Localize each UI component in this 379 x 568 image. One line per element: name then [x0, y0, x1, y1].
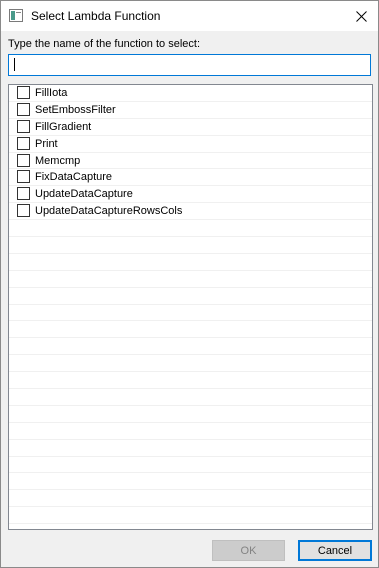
- item-checkbox[interactable]: [17, 86, 30, 99]
- list-item[interactable]: FillIota: [9, 85, 372, 102]
- close-button[interactable]: [344, 1, 378, 31]
- list-item[interactable]: Print: [9, 136, 372, 153]
- list-item[interactable]: Memcmp: [9, 153, 372, 170]
- item-checkbox[interactable]: [17, 204, 30, 218]
- empty-list-row: [9, 271, 372, 288]
- item-checkbox[interactable]: [17, 153, 30, 167]
- empty-list-row: [9, 406, 372, 423]
- list-item[interactable]: FixDataCapture: [9, 169, 372, 187]
- item-label: SetEmbossFilter: [35, 103, 116, 116]
- function-list[interactable]: FillIota SetEmbossFilter FillGradient Print…: [8, 84, 373, 530]
- empty-list-row: [9, 423, 372, 440]
- window-title: Select Lambda Function: [31, 9, 161, 23]
- empty-list-row: [9, 288, 372, 305]
- dialog-window: Select Lambda Function Type the name of …: [0, 0, 379, 568]
- empty-list-row: [9, 254, 372, 271]
- item-checkbox[interactable]: [17, 187, 30, 201]
- empty-list-row: [9, 237, 372, 254]
- item-label: UpdateDataCaptureRowsCols: [35, 205, 183, 218]
- empty-list-row: [9, 338, 372, 356]
- title-bar: Select Lambda Function: [1, 1, 378, 31]
- empty-list-row: [9, 355, 372, 373]
- empty-list-row: [9, 220, 372, 238]
- item-label: FillIota: [35, 87, 68, 99]
- item-label: FixDataCapture: [35, 171, 113, 184]
- item-label: FillGradient: [35, 120, 92, 133]
- item-checkbox[interactable]: [17, 102, 30, 116]
- item-label: Memcmp: [35, 154, 81, 167]
- empty-list-row: [9, 321, 372, 339]
- empty-list-row: [9, 507, 372, 525]
- function-search-input[interactable]: [8, 54, 371, 76]
- empty-list-row: [9, 457, 372, 474]
- empty-list-row: [9, 473, 372, 491]
- empty-list-row: [9, 372, 372, 390]
- empty-list-row: [9, 440, 372, 457]
- empty-list-row: [9, 490, 372, 508]
- ok-button[interactable]: OK: [212, 540, 285, 561]
- search-prompt-label: Type the name of the function to select:: [8, 38, 201, 50]
- item-checkbox[interactable]: [17, 170, 30, 184]
- empty-list-row: [9, 305, 372, 322]
- list-item[interactable]: SetEmbossFilter: [9, 102, 372, 119]
- window-app-icon: [9, 9, 23, 22]
- list-item[interactable]: UpdateDataCapture: [9, 186, 372, 204]
- item-label: Print: [35, 137, 58, 150]
- cancel-button[interactable]: Cancel: [298, 540, 372, 561]
- close-icon: [355, 10, 367, 22]
- text-caret: [14, 58, 15, 71]
- item-label: UpdateDataCapture: [35, 188, 133, 201]
- item-checkbox[interactable]: [17, 119, 30, 133]
- item-checkbox[interactable]: [17, 136, 30, 150]
- empty-list-row: [9, 389, 372, 406]
- list-item[interactable]: FillGradient: [9, 119, 372, 136]
- list-item[interactable]: UpdateDataCaptureRowsCols: [9, 203, 372, 221]
